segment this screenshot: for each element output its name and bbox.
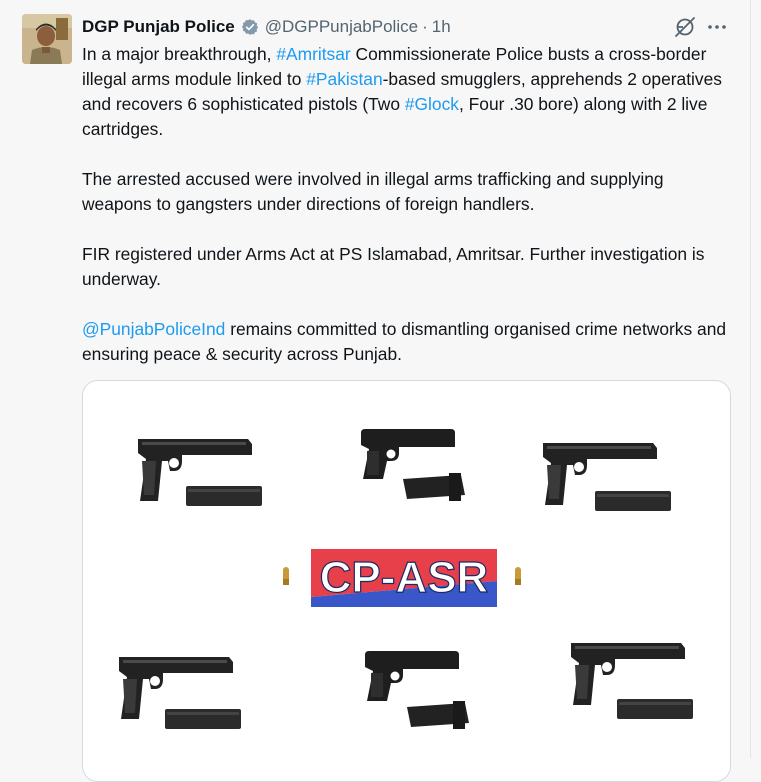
grok-icon[interactable] xyxy=(674,16,696,38)
avatar[interactable] xyxy=(22,14,72,64)
tweet-text-segment: FIR registered under Arms Act at PS Isla… xyxy=(82,244,705,289)
separator-dot: · xyxy=(422,17,428,36)
hashtag-link[interactable]: #Pakistan xyxy=(306,69,382,89)
timestamp[interactable]: 1h xyxy=(432,17,451,37)
tweet-header: DGP Punjab Police @DGPPunjabPolice · 1h xyxy=(82,16,451,38)
tweet-paragraph: @PunjabPoliceInd remains committed to di… xyxy=(82,317,737,367)
tweet-paragraph: In a major breakthrough, #Amritsar Commi… xyxy=(82,42,737,142)
tweet-media-image[interactable]: CP-ASR xyxy=(82,380,731,782)
banner: CP-ASR xyxy=(311,549,497,607)
verified-badge-icon xyxy=(241,18,259,36)
tweet-text-segment: The arrested accused were involved in il… xyxy=(82,169,664,214)
tweet-paragraph: The arrested accused were involved in il… xyxy=(82,167,737,217)
hashtag-link[interactable]: #Glock xyxy=(405,94,459,114)
banner-text: CP-ASR xyxy=(320,553,489,602)
tweet-text-segment: In a major breakthrough, xyxy=(82,44,277,64)
display-name[interactable]: DGP Punjab Police xyxy=(82,17,235,37)
user-handle[interactable]: @DGPPunjabPolice xyxy=(265,17,418,37)
tweet-paragraph: FIR registered under Arms Act at PS Isla… xyxy=(82,242,737,292)
tweet-text: In a major breakthrough, #Amritsar Commi… xyxy=(82,42,737,367)
mention-link[interactable]: @PunjabPoliceInd xyxy=(82,319,225,339)
more-options-icon[interactable] xyxy=(706,16,728,38)
tweet-card[interactable]: DGP Punjab Police @DGPPunjabPolice · 1h … xyxy=(0,0,751,782)
hashtag-link[interactable]: #Amritsar xyxy=(276,44,350,64)
